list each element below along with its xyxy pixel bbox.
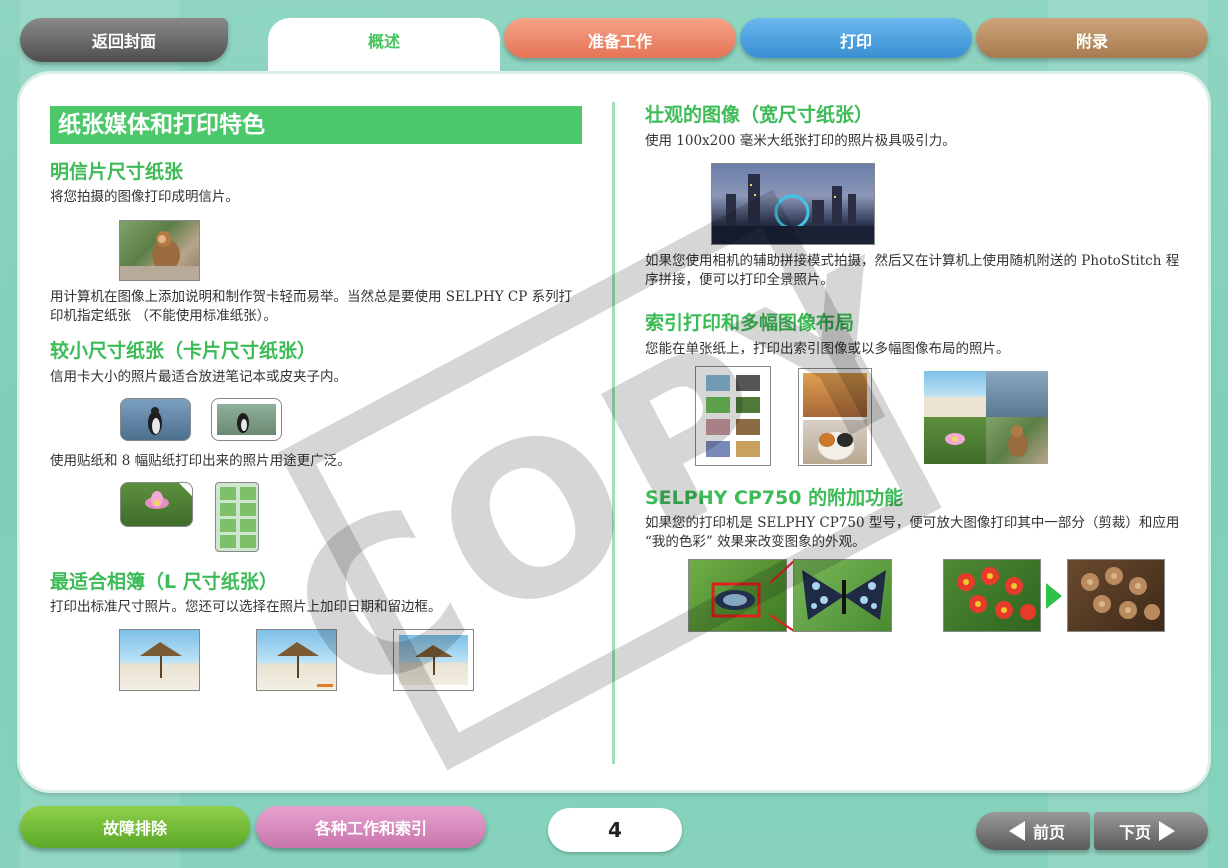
card-size-heading: 较小尺寸纸张（卡片尺寸纸张） — [50, 340, 317, 362]
umbrella-bordered-illustration — [415, 645, 453, 675]
index-print-image — [695, 366, 771, 466]
print-tab[interactable]: 打印 — [740, 18, 972, 58]
troubleshooting-button[interactable]: 故障排除 — [20, 806, 250, 848]
sticker-grid-illustration — [220, 487, 256, 548]
beach-photo-image — [119, 629, 200, 691]
butterfly-zoom-illustration — [802, 570, 886, 620]
appendix-tab[interactable]: 附录 — [976, 18, 1208, 58]
flower-illustration — [145, 483, 192, 509]
overview-label: 概述 — [367, 32, 400, 51]
troubleshooting-label: 故障排除 — [102, 819, 167, 838]
flower-sticker-image — [120, 482, 193, 527]
two-image-layout-image — [798, 368, 872, 466]
sticker-text: 使用贴纸和 8 幅贴纸打印出来的照片用途更广泛。 — [50, 453, 351, 469]
postcard-heading: 明信片尺寸纸张 — [50, 161, 184, 183]
sepia-flowers-illustration — [1081, 567, 1160, 620]
print-label: 打印 — [839, 32, 872, 51]
beach-photo-bordered-image — [393, 629, 474, 691]
tasks-index-label: 各种工作和索引 — [314, 819, 427, 838]
monkey-illustration — [120, 231, 199, 280]
bird-card-bordered-image — [211, 398, 282, 441]
back-to-cover-label: 返回封面 — [91, 32, 156, 51]
monkey-layout-illustration — [1008, 425, 1028, 457]
arrow-right-icon — [1046, 583, 1062, 609]
four-image-layout-image — [924, 371, 1048, 464]
butterfly-trimmed-image — [793, 559, 892, 632]
arrow-left-icon — [1008, 821, 1025, 841]
previous-page-label: 前页 — [1032, 823, 1065, 842]
previous-page-button[interactable]: 前页 — [976, 812, 1090, 850]
monkey-postcard-image — [119, 220, 200, 281]
flowers-sepia-image — [1067, 559, 1165, 632]
album-text: 打印出标准尺寸照片。您还可以选择在照片上加印日期和留边框。 — [50, 599, 442, 615]
index-thumbnails-illustration — [706, 375, 760, 457]
cp750-heading: SELPHY CP750 的附加功能 — [645, 487, 904, 509]
red-flowers-illustration — [957, 567, 1036, 620]
page-number: 4 — [548, 808, 682, 852]
section-title: 纸张媒体和打印特色 — [50, 106, 582, 144]
wide-paper-heading: 壮观的图像（宽尺寸纸张） — [645, 104, 874, 126]
column-divider — [612, 102, 615, 764]
flowers-color-image — [943, 559, 1041, 632]
album-heading: 最适合相簿（L 尺寸纸张） — [50, 571, 278, 593]
bird-small-illustration — [237, 413, 249, 433]
bird-illustration — [148, 407, 162, 435]
eight-sticker-sheet-image — [215, 482, 259, 552]
postcard-text: 将您拍摄的图像打印成明信片。 — [50, 189, 239, 205]
next-page-button[interactable]: 下页 — [1094, 812, 1208, 850]
back-to-cover-tab[interactable]: 返回封面 — [20, 18, 228, 62]
flower-layout-illustration — [945, 433, 965, 445]
appendix-label: 附录 — [1075, 32, 1108, 51]
card-size-text: 信用卡大小的照片最适合放进笔记本或皮夹子内。 — [50, 369, 347, 385]
preparation-label: 准备工作 — [587, 32, 652, 51]
cat-illustration — [818, 432, 854, 460]
arrow-right-white-icon — [1159, 821, 1175, 841]
panorama-text: 如果您使用相机的辅助拼接模式拍摄，然后又在计算机上使用随机附送的 PhotoSt… — [645, 253, 1180, 288]
tasks-index-button[interactable]: 各种工作和索引 — [256, 806, 486, 848]
cp750-text: 如果您的打印机是 SELPHY CP750 型号，便可放大图像打印其中一部分（剪… — [645, 515, 1180, 550]
postcard-detail-text: 用计算机在图像上添加说明和制作贺卡轻而易举。当然总是要使用 SELPHY CP … — [50, 289, 573, 324]
bird-card-image — [120, 398, 191, 441]
next-page-label: 下页 — [1118, 823, 1151, 842]
umbrella-date-illustration — [277, 642, 333, 687]
index-layout-text: 您能在单张纸上，打印出索引图像或以多幅图像布局的照片。 — [645, 341, 1010, 357]
umbrella-illustration — [140, 642, 182, 678]
city-skyline-illustration — [712, 174, 874, 244]
index-layout-heading: 索引打印和多幅图像布局 — [645, 312, 855, 334]
panorama-city-image — [711, 163, 875, 245]
wide-paper-text: 使用 100x200 毫米大纸张打印的照片极具吸引力。 — [645, 133, 956, 149]
beach-photo-date-image — [256, 629, 337, 691]
preparation-tab[interactable]: 准备工作 — [504, 18, 736, 58]
